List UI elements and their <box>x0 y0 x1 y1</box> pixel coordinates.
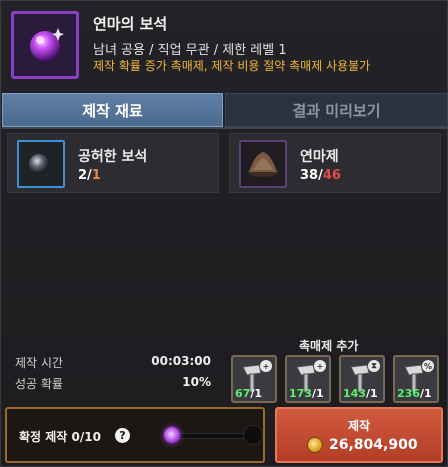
success-rate-value: 10% <box>182 375 211 389</box>
catalyst-count: 173/1 <box>289 387 324 400</box>
craft-button[interactable]: 제작 26,804,900 <box>275 407 443 463</box>
catalyst-count: 67/1 <box>235 387 262 400</box>
crafting-window: 연마의 보석 남녀 공용 / 직업 무관 / 제한 레벨 1 제작 확률 증가 … <box>0 0 448 467</box>
craft-cost: 26,804,900 <box>329 437 418 453</box>
material-count: 38/46 <box>300 168 341 183</box>
catalyst-slot-1[interactable]: + 67/1 <box>231 355 277 403</box>
material-name: 공허한 보석 <box>78 149 148 165</box>
catalyst-warning: 제작 확률 증가 촉매제, 제작 비용 절약 촉매제 사용불가 <box>93 59 371 73</box>
guaranteed-craft-slider-track[interactable] <box>171 433 251 439</box>
black-gem-icon <box>17 140 65 188</box>
tab-result-preview[interactable]: 결과 미리보기 <box>225 93 448 127</box>
tab-materials[interactable]: 제작 재료 <box>2 93 223 127</box>
success-rate-label: 성공 확률 <box>15 377 63 391</box>
craft-time-label: 제작 시간 <box>15 356 63 370</box>
craft-button-label: 제작 <box>347 419 371 433</box>
guaranteed-craft-slider-knob[interactable] <box>164 427 180 443</box>
guaranteed-craft-bar: 확정 제작 0/10 ? <box>5 407 265 463</box>
item-title: 연마의 보석 <box>93 15 168 33</box>
catalyst-count: 143/1 <box>343 387 378 400</box>
item-requirements: 남녀 공용 / 직업 무관 / 제한 레벨 1 <box>93 43 287 58</box>
material-slot-void-gem[interactable]: 공허한 보석 2/1 <box>7 133 219 193</box>
material-name: 연마제 <box>300 149 339 165</box>
material-count: 2/1 <box>78 168 101 183</box>
catalyst-slot-4[interactable]: % 236/1 <box>393 355 439 403</box>
slider-max-handle[interactable] <box>243 425 263 445</box>
tab-divider <box>2 127 448 129</box>
purple-gem-icon <box>11 11 79 79</box>
catalyst-count: 236/1 <box>397 387 432 400</box>
craft-time-value: 00:03:00 <box>151 354 211 368</box>
catalyst-section-title: 촉매제 추가 <box>299 339 359 353</box>
material-slot-polishing-powder[interactable]: 연마제 38/46 <box>229 133 441 193</box>
catalyst-slot-3[interactable]: ⧗ 143/1 <box>339 355 385 403</box>
polishing-powder-icon <box>239 140 287 188</box>
help-icon[interactable]: ? <box>115 428 130 443</box>
guaranteed-craft-label: 확정 제작 0/10 <box>19 430 101 444</box>
gold-coin-icon <box>307 437 323 453</box>
catalyst-slot-2[interactable]: + 173/1 <box>285 355 331 403</box>
